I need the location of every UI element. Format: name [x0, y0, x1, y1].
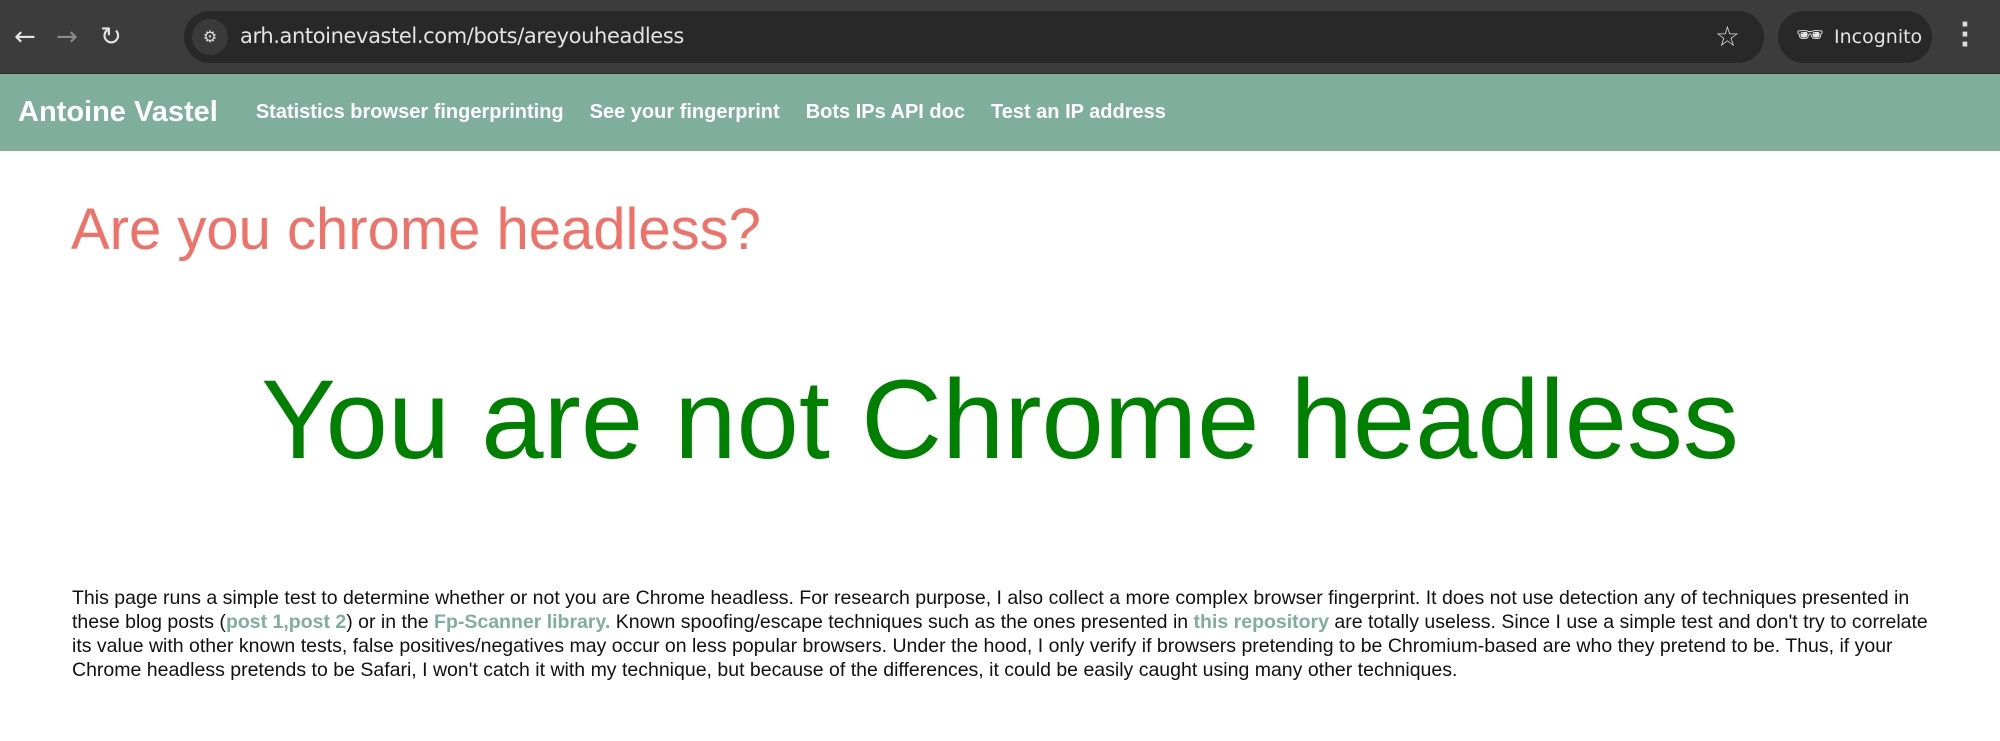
kebab-menu-icon[interactable]: · · · — [1960, 12, 1970, 58]
url-text[interactable]: arh.antoinevastel.com/bots/areyouheadles… — [240, 24, 684, 48]
incognito-label: Incognito — [1834, 26, 1923, 48]
forward-icon[interactable]: → — [56, 22, 78, 52]
fp-scanner-link[interactable]: Fp-Scanner library. — [434, 611, 610, 633]
back-icon[interactable]: ← — [14, 22, 36, 52]
nav-link-fingerprint[interactable]: See your fingerprint — [590, 101, 780, 124]
description-paragraph: This page runs a simple test to determin… — [72, 586, 1952, 682]
repository-link[interactable]: this repository — [1194, 611, 1329, 633]
incognito-icon: 🕶 — [1796, 23, 1824, 48]
result-message: You are not Chrome headless — [261, 357, 1739, 482]
nav-link-statistics[interactable]: Statistics browser fingerprinting — [256, 101, 564, 124]
browser-toolbar: ← → ↻ ⚙ arh.antoinevastel.com/bots/areyo… — [0, 0, 2000, 74]
site-nav: Antoine Vastel Statistics browser finger… — [0, 74, 2000, 151]
page-title: Are you chrome headless? — [71, 197, 761, 262]
nav-link-test-ip[interactable]: Test an IP address — [991, 101, 1166, 124]
address-bar[interactable]: ⚙ arh.antoinevastel.com/bots/areyouheadl… — [184, 11, 1764, 63]
nav-link-api-doc[interactable]: Bots IPs API doc — [806, 101, 965, 124]
bookmark-star-icon[interactable]: ☆ — [1715, 20, 1740, 53]
reload-icon[interactable]: ↻ — [100, 22, 122, 52]
text: ) or in the — [346, 611, 435, 633]
post-1-link[interactable]: post 1 — [226, 611, 283, 633]
post-2-link[interactable]: post 2 — [289, 611, 346, 633]
site-settings-icon[interactable]: ⚙ — [192, 19, 228, 55]
brand-link[interactable]: Antoine Vastel — [18, 96, 218, 129]
incognito-badge[interactable]: 🕶 Incognito — [1778, 11, 1932, 63]
text: Known spoofing/escape techniques such as… — [610, 611, 1194, 633]
